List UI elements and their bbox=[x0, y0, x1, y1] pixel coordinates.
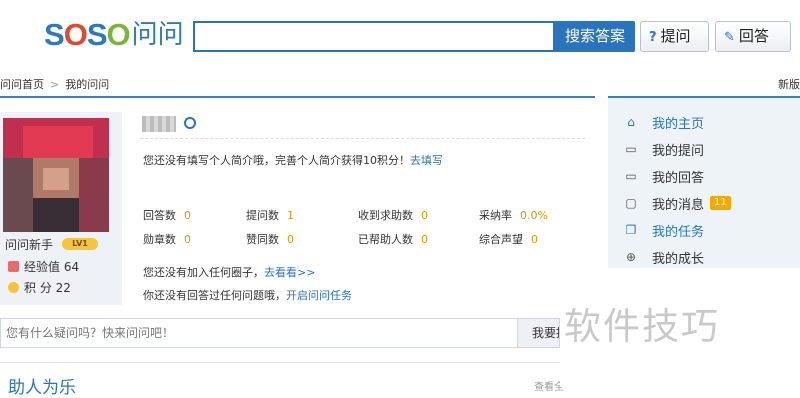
sidebar-item-answers[interactable]: ▭ 我的回答 bbox=[622, 166, 792, 186]
sidebar-item-label: 我的消息 bbox=[652, 197, 705, 213]
search-answers-button[interactable]: 搜索答案 bbox=[555, 21, 635, 52]
stat-questions[interactable]: 提问数 1 bbox=[246, 207, 294, 223]
speech-bubble-icon: ▭ bbox=[625, 142, 637, 156]
logo-letter: O bbox=[63, 17, 88, 52]
growth-icon: ⊕ bbox=[625, 250, 637, 264]
stat-helped-people: 已帮助人数 0 bbox=[358, 231, 428, 247]
search-user-icon[interactable] bbox=[184, 117, 196, 129]
stat-label: 采纳率 bbox=[479, 209, 512, 222]
stat-value: 0 bbox=[287, 233, 294, 246]
stat-value: 0.0% bbox=[520, 209, 548, 222]
sidebar-item-questions[interactable]: ▭ 我的提问 bbox=[622, 139, 792, 159]
dashed-divider bbox=[140, 138, 585, 139]
question-mark-icon: ? bbox=[649, 30, 657, 45]
exp-value: 64 bbox=[63, 260, 80, 274]
new-version-link[interactable]: 新版 bbox=[778, 76, 800, 92]
points-stat: 积 分 22 bbox=[8, 279, 71, 296]
sidebar-item-home[interactable]: ⌂ 我的主页 bbox=[622, 112, 792, 132]
stat-help-requests[interactable]: 收到求助数 0 bbox=[358, 207, 428, 223]
stat-label: 赞同数 bbox=[246, 233, 279, 246]
points-value: 22 bbox=[55, 281, 71, 295]
coin-icon bbox=[8, 282, 19, 293]
sidebar-item-label: 我的主页 bbox=[652, 116, 705, 132]
nickname-blurred bbox=[142, 116, 176, 132]
stat-answers[interactable]: 回答数 0 bbox=[143, 207, 191, 223]
breadcrumb-separator: > bbox=[50, 78, 60, 91]
start-task-link[interactable]: 开启问问任务 bbox=[286, 289, 352, 302]
stat-value: 0 bbox=[184, 233, 191, 246]
divider bbox=[0, 96, 595, 98]
logo-letter: S bbox=[44, 17, 65, 52]
stat-adoption-rate: 采纳率 0.0% bbox=[479, 207, 548, 223]
stat-label: 综合声望 bbox=[479, 233, 523, 246]
logo-wenwen: 问问 bbox=[131, 20, 184, 50]
task-hint-text: 你还没有回答过任何问题哦， bbox=[143, 289, 286, 302]
sidebar-item-growth[interactable]: ⊕ 我的成长 bbox=[622, 247, 792, 267]
sidebar-item-tasks[interactable]: ❐ 我的任务 bbox=[622, 220, 792, 240]
ask-question-button[interactable]: ? 提问 bbox=[640, 21, 709, 52]
search-input[interactable] bbox=[193, 21, 555, 52]
stat-medals[interactable]: 勋章数 0 bbox=[143, 231, 191, 247]
stat-label: 收到求助数 bbox=[358, 209, 413, 222]
stat-label: 已帮助人数 bbox=[358, 233, 413, 246]
username[interactable]: 问问新手 bbox=[5, 236, 53, 253]
stat-label: 回答数 bbox=[143, 209, 176, 222]
circle-hint: 您还没有加入任何圈子，去看看>> bbox=[143, 264, 315, 280]
sidebar-item-label: 我的任务 bbox=[652, 224, 705, 240]
stat-reputation: 综合声望 0 bbox=[479, 231, 538, 247]
sidebar-item-label: 我的成长 bbox=[652, 251, 705, 267]
level-badge: LV1 bbox=[62, 238, 98, 250]
message-icon: ▢ bbox=[625, 196, 637, 210]
message-count-badge: 11 bbox=[710, 196, 731, 210]
avatar[interactable] bbox=[3, 118, 109, 232]
stat-value: 0 bbox=[531, 233, 538, 246]
fill-intro-link[interactable]: 去填写 bbox=[410, 154, 443, 167]
logo-letter: S bbox=[86, 17, 108, 52]
exp-icon bbox=[8, 261, 19, 272]
ask-submit-button[interactable]: 我要提问 bbox=[517, 318, 560, 348]
pencil-icon: ✎ bbox=[724, 30, 735, 45]
home-icon: ⌂ bbox=[627, 115, 635, 129]
experience-stat: 经验值 64 bbox=[8, 258, 79, 275]
answer-button[interactable]: ✎ 回答 bbox=[715, 21, 791, 52]
circle-hint-text: 您还没有加入任何圈子， bbox=[143, 266, 264, 279]
question-input[interactable]: 您有什么疑问吗？快来问问吧！ bbox=[0, 318, 517, 348]
breadcrumb: 问问首页 > 我的问问 bbox=[0, 76, 109, 92]
stat-likes: 赞同数 0 bbox=[246, 231, 294, 247]
breadcrumb-current: 我的问问 bbox=[65, 78, 110, 91]
points-label: 积 分 bbox=[24, 281, 52, 295]
logo-letter: O bbox=[106, 17, 131, 52]
intro-prompt: 您还没有填写个人简介哦，完善个人简介获得10积分！去填写 bbox=[143, 152, 443, 168]
task-icon: ❐ bbox=[625, 223, 637, 237]
soso-logo[interactable]: S O S O 问问 bbox=[44, 18, 184, 52]
answer-label: 回答 bbox=[738, 27, 769, 45]
watermark-text: 软件技巧 bbox=[564, 305, 720, 348]
divider bbox=[0, 362, 560, 363]
stat-value: 1 bbox=[287, 209, 294, 222]
browse-circles-link[interactable]: 去看看>> bbox=[264, 266, 315, 279]
task-hint: 你还没有回答过任何问题哦，开启问问任务 bbox=[143, 287, 352, 303]
sidebar-item-label: 我的提问 bbox=[652, 143, 705, 159]
intro-text: 您还没有填写个人简介哦，完善个人简介获得10积分！ bbox=[143, 154, 410, 167]
stat-value: 0 bbox=[184, 209, 191, 222]
answer-bubble-icon: ▭ bbox=[625, 169, 637, 183]
help-section-title: 助人为乐 bbox=[8, 378, 76, 398]
breadcrumb-home-link[interactable]: 问问首页 bbox=[0, 78, 44, 91]
stat-label: 勋章数 bbox=[143, 233, 176, 246]
sidebar-item-messages[interactable]: ▢ 我的消息 11 bbox=[622, 193, 792, 213]
exp-label: 经验值 bbox=[24, 260, 61, 274]
ask-label: 提问 bbox=[660, 27, 691, 45]
sidebar-item-label: 我的回答 bbox=[652, 170, 705, 186]
stat-label: 提问数 bbox=[246, 209, 279, 222]
stat-value: 0 bbox=[421, 233, 428, 246]
stat-value: 0 bbox=[421, 209, 428, 222]
